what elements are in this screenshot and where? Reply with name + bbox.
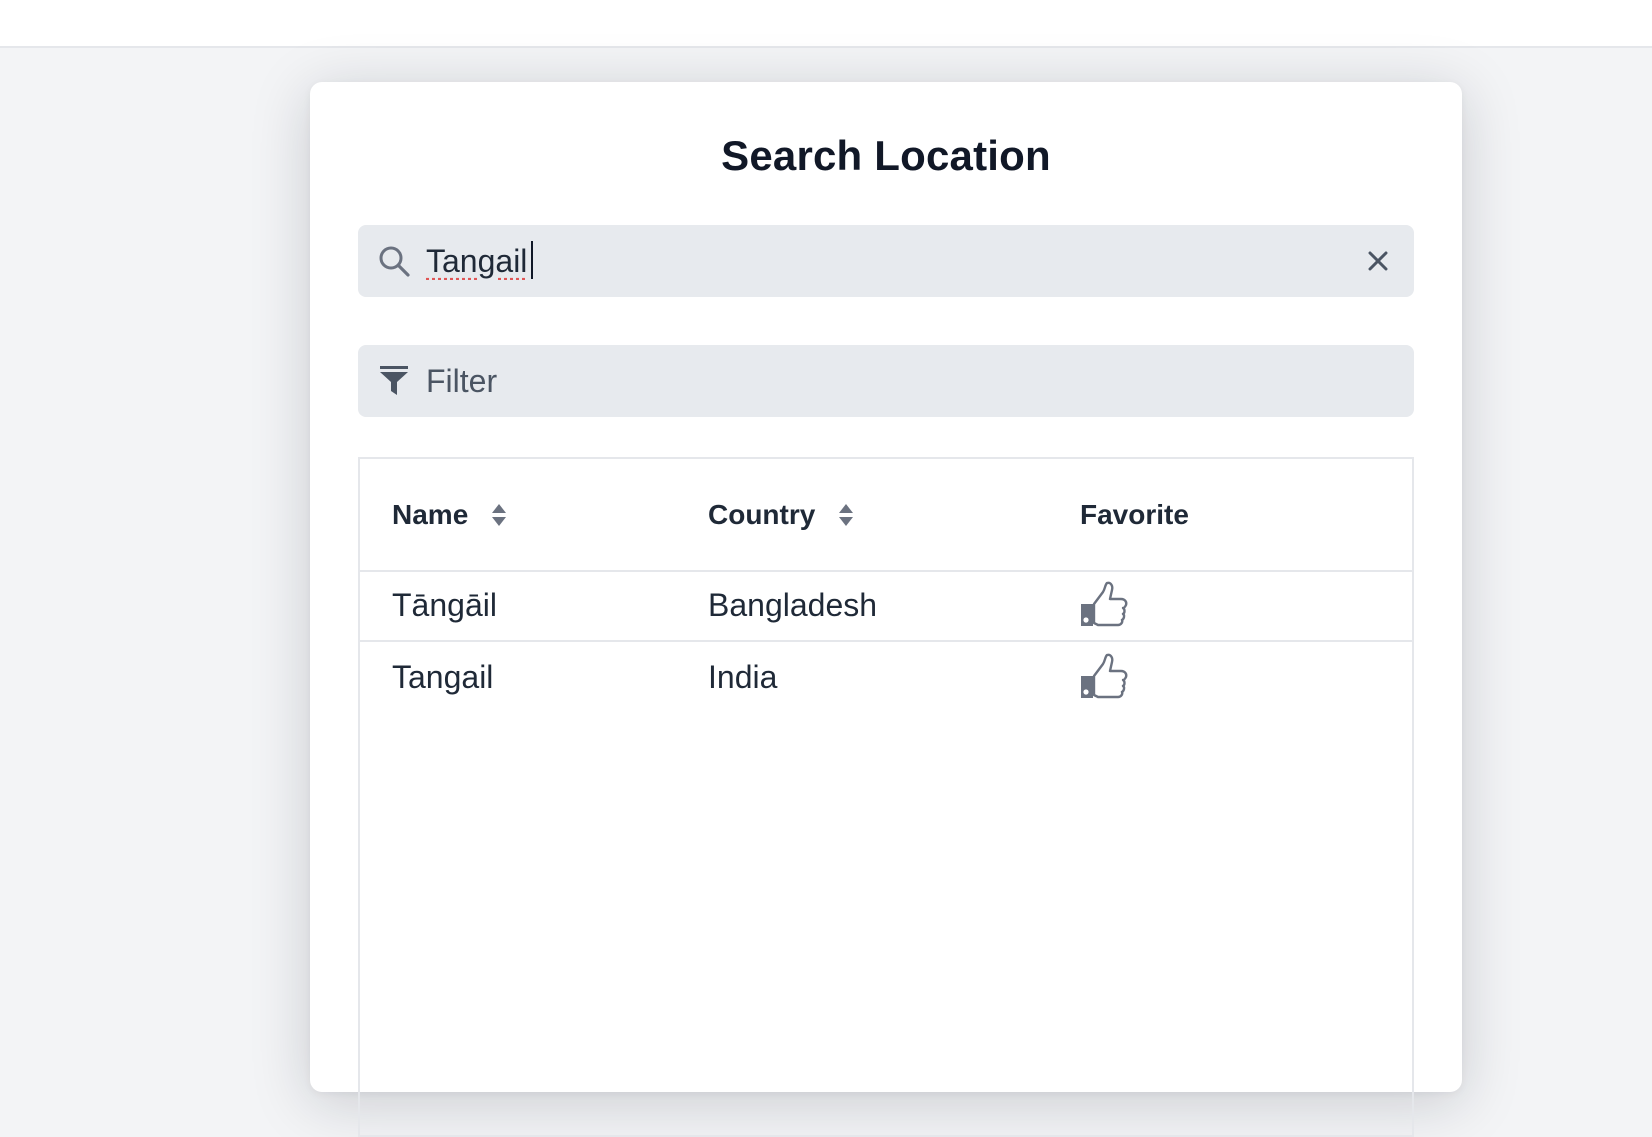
column-header-label: Country — [708, 499, 816, 530]
column-header-favorite: Favorite — [1080, 459, 1189, 570]
cell-country: India — [708, 659, 778, 695]
filter-icon — [380, 366, 408, 395]
results-table: Name Country Favorite Tāngāil Bangladesh — [358, 457, 1414, 1137]
sort-icon — [492, 503, 507, 526]
text-cursor — [531, 241, 533, 279]
thumbs-up-icon[interactable] — [1078, 580, 1130, 632]
top-bar — [0, 0, 1652, 48]
table-row[interactable]: Tangail India — [360, 642, 1412, 712]
dialog-title: Search Location — [721, 132, 1051, 179]
search-input[interactable] — [426, 225, 1326, 297]
column-header-label: Name — [392, 499, 469, 530]
cell-name: Tangail — [392, 659, 494, 695]
cell-country: Bangladesh — [708, 587, 878, 623]
column-header-country[interactable]: Country — [708, 459, 855, 570]
filter-field[interactable]: Filter — [358, 345, 1414, 417]
sort-icon — [839, 503, 854, 526]
column-header-label: Favorite — [1080, 499, 1189, 530]
cell-name: Tāngāil — [392, 587, 497, 623]
table-header: Name Country Favorite — [360, 459, 1412, 572]
close-icon[interactable] — [1360, 243, 1396, 279]
column-header-name[interactable]: Name — [392, 459, 508, 570]
thumbs-up-icon[interactable] — [1078, 652, 1130, 704]
search-icon — [379, 246, 410, 277]
search-box[interactable] — [358, 225, 1414, 297]
search-location-dialog: Search Location Filter Name — [310, 82, 1462, 1137]
filter-label: Filter — [426, 363, 498, 399]
table-row[interactable]: Tāngāil Bangladesh — [360, 570, 1412, 642]
